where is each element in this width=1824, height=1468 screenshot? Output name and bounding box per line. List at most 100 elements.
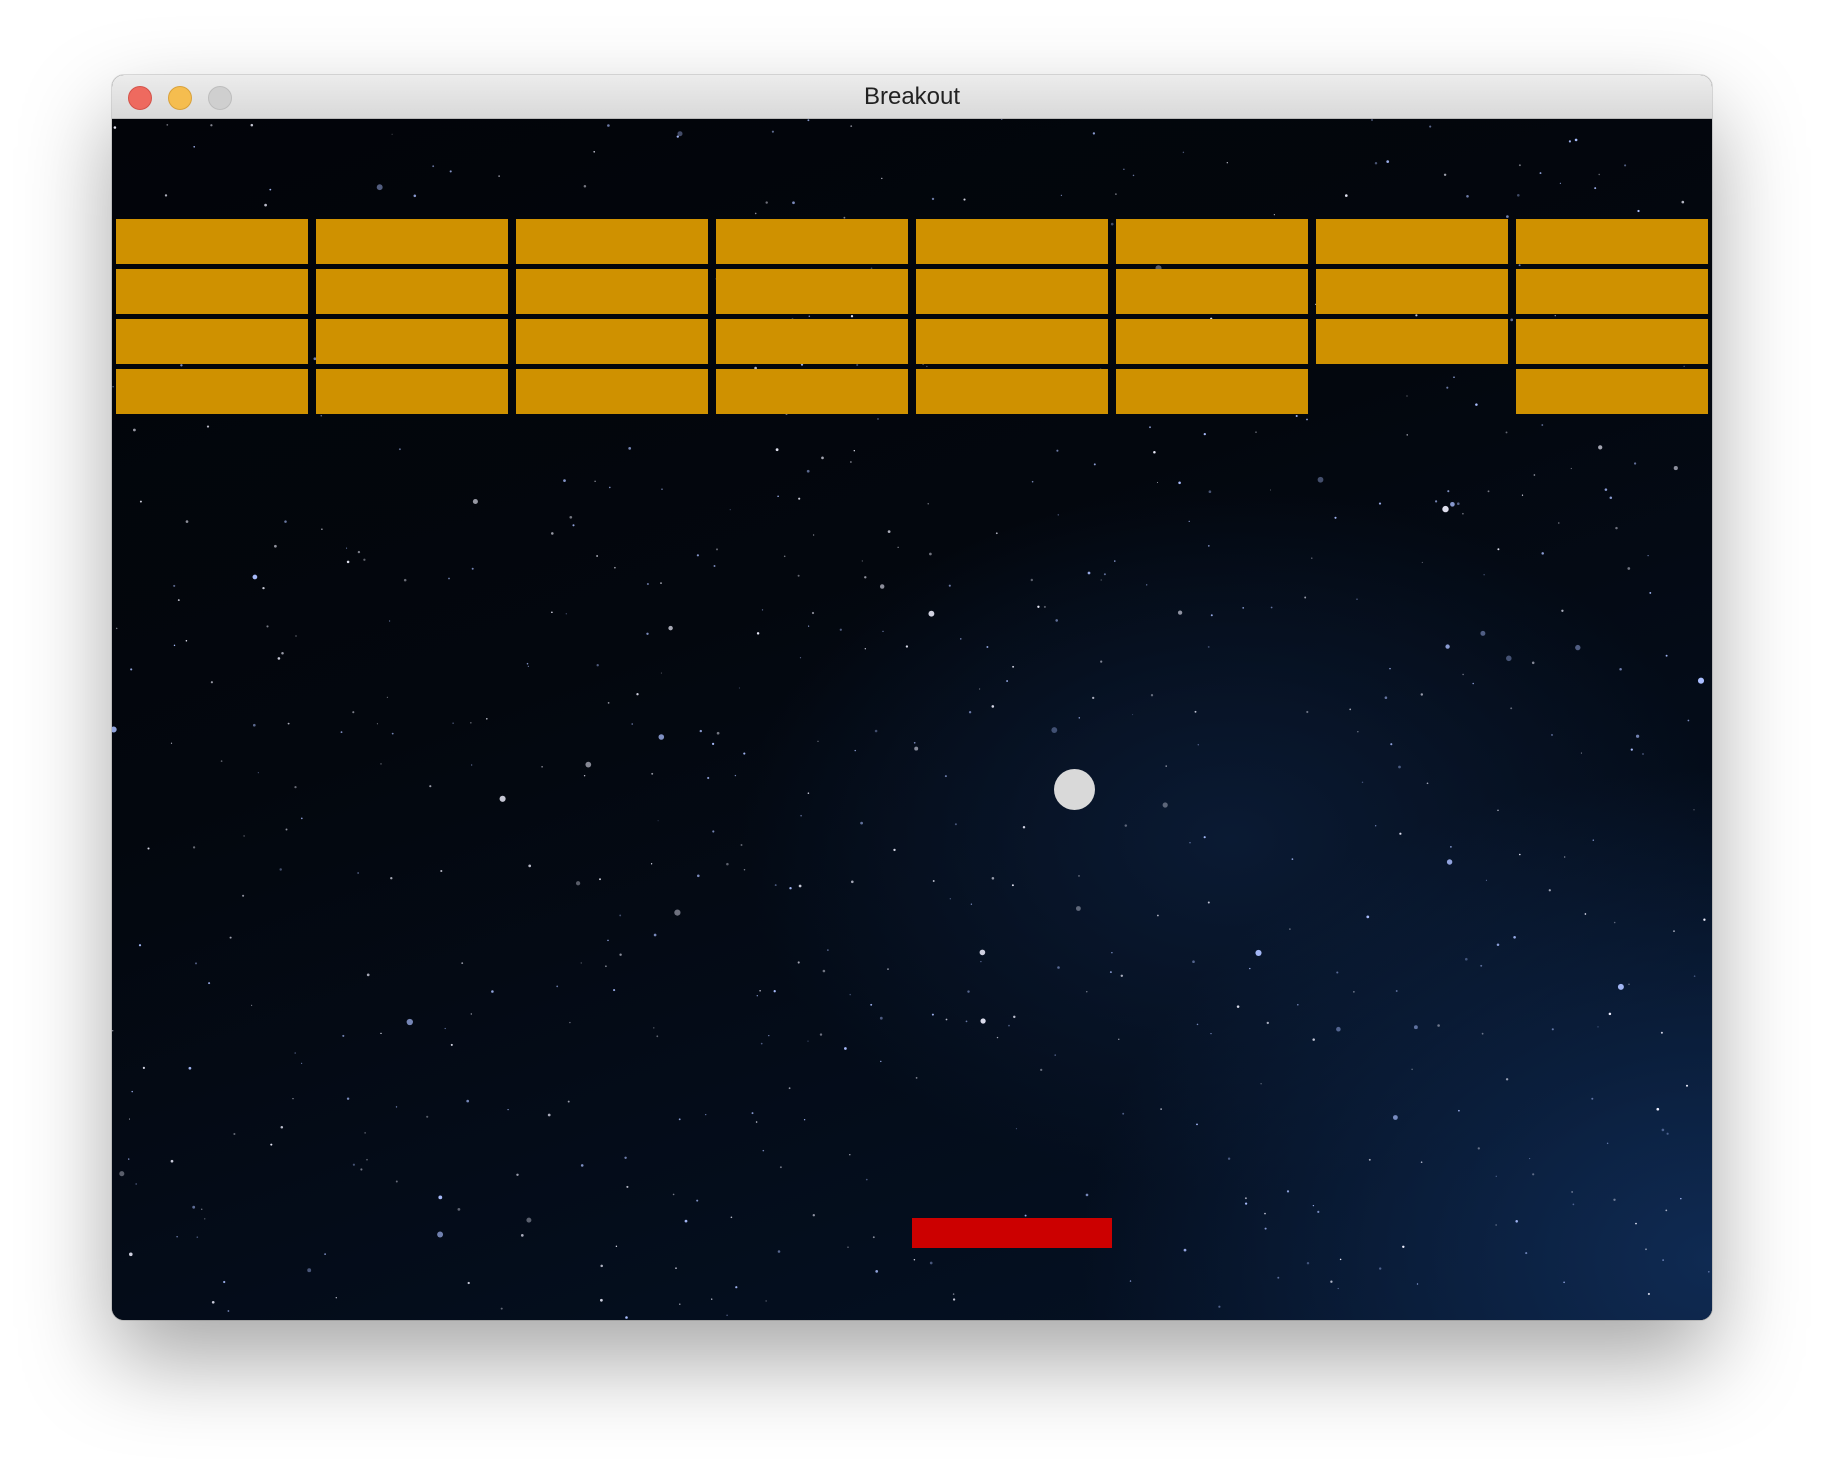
star — [821, 456, 824, 460]
star — [1465, 957, 1468, 961]
star — [980, 961, 982, 963]
star — [426, 1115, 429, 1118]
star — [1647, 554, 1649, 557]
star — [1075, 906, 1081, 911]
star — [366, 1158, 368, 1161]
star — [1483, 574, 1485, 576]
star — [675, 1267, 677, 1269]
star — [547, 1113, 551, 1117]
star — [1160, 1108, 1162, 1110]
game-canvas[interactable] — [112, 119, 1712, 1320]
star — [1273, 214, 1275, 216]
star — [1531, 661, 1535, 665]
star — [619, 953, 622, 956]
star — [986, 646, 989, 648]
star — [472, 498, 478, 505]
star — [970, 903, 973, 905]
star — [730, 1216, 733, 1219]
brick — [516, 319, 708, 364]
star — [1598, 445, 1603, 450]
star — [926, 365, 928, 367]
star — [1291, 858, 1294, 860]
star — [352, 711, 355, 714]
star — [799, 657, 802, 659]
star — [839, 628, 842, 631]
star — [850, 125, 853, 127]
star — [580, 1164, 584, 1167]
star — [1458, 1109, 1460, 1112]
star — [1162, 802, 1168, 808]
star — [1685, 1084, 1689, 1087]
star — [1697, 677, 1705, 684]
star — [1264, 1212, 1266, 1215]
star — [541, 765, 543, 768]
star — [1395, 990, 1398, 992]
star — [879, 1016, 883, 1020]
brick — [516, 219, 708, 264]
star — [1645, 1248, 1647, 1251]
star — [979, 688, 981, 690]
star — [1681, 200, 1685, 204]
star — [1207, 645, 1210, 648]
star — [1114, 560, 1116, 562]
star — [1389, 667, 1391, 670]
star — [269, 188, 272, 191]
paddle[interactable] — [912, 1218, 1112, 1248]
star — [1249, 967, 1251, 970]
star — [1165, 765, 1167, 767]
star — [1609, 496, 1613, 499]
star — [979, 949, 986, 956]
brick — [316, 219, 508, 264]
star — [324, 1253, 326, 1255]
star — [583, 775, 586, 777]
star — [777, 495, 779, 497]
star — [185, 520, 189, 523]
star — [1633, 462, 1637, 465]
star — [600, 1264, 603, 1268]
star — [551, 532, 554, 535]
star — [1406, 434, 1408, 436]
star — [1178, 481, 1181, 485]
star — [346, 547, 348, 549]
star — [808, 315, 811, 318]
star — [210, 124, 213, 127]
star — [811, 611, 815, 615]
star — [139, 500, 142, 503]
star — [628, 447, 632, 450]
star — [812, 534, 815, 536]
star — [1592, 839, 1595, 841]
star — [1413, 1025, 1418, 1030]
star — [755, 1121, 758, 1123]
star — [1092, 132, 1096, 135]
star — [1548, 889, 1551, 892]
star — [280, 1126, 284, 1129]
star — [952, 1298, 956, 1301]
star — [398, 448, 401, 451]
star — [1100, 579, 1102, 581]
star — [556, 985, 559, 988]
star — [257, 772, 259, 774]
star — [340, 731, 343, 734]
star — [357, 872, 359, 874]
star — [580, 962, 582, 964]
star — [572, 524, 575, 527]
star — [599, 878, 601, 881]
star — [1608, 1012, 1612, 1016]
star — [1306, 418, 1308, 421]
star — [1570, 467, 1572, 470]
brick — [116, 369, 308, 414]
star — [668, 625, 673, 631]
star — [879, 584, 885, 589]
star — [1617, 983, 1624, 990]
star — [352, 1163, 355, 1166]
star — [696, 554, 700, 557]
star — [129, 1252, 133, 1257]
star — [360, 1168, 363, 1171]
star — [1415, 314, 1418, 317]
brick — [116, 319, 308, 364]
star — [808, 625, 810, 627]
star — [658, 734, 665, 740]
star — [1496, 943, 1500, 946]
star — [1687, 719, 1690, 722]
star — [395, 1106, 398, 1108]
